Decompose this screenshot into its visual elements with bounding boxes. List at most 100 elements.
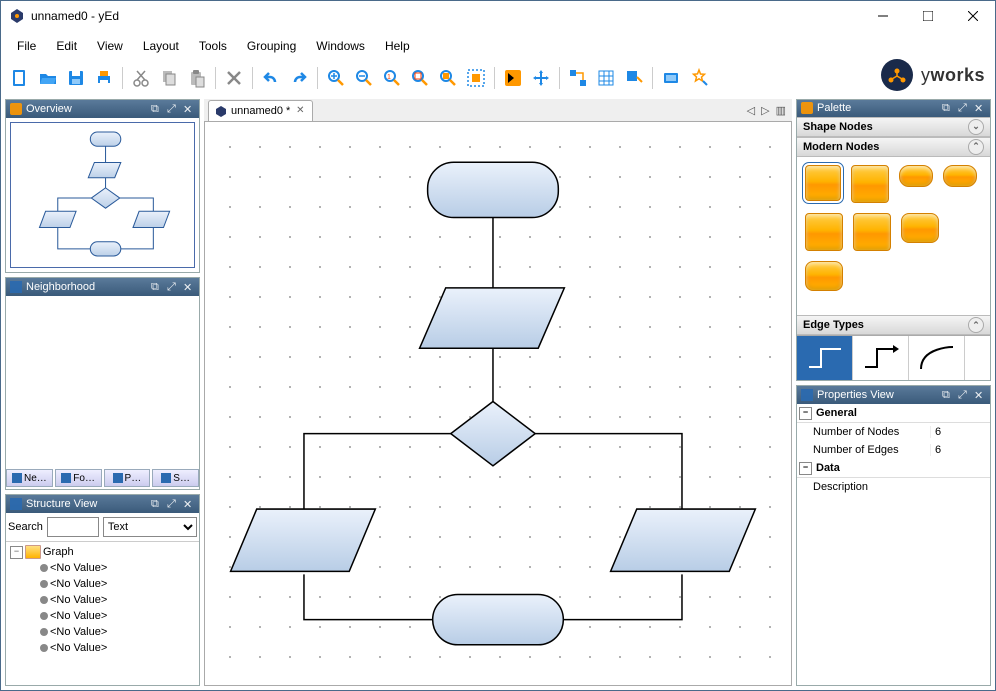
panel-close-icon[interactable]: ✕: [974, 389, 986, 401]
tree-node[interactable]: <No Value>: [10, 608, 195, 624]
panel-float-icon[interactable]: ⧉: [942, 102, 954, 114]
zoom-reset-button[interactable]: 1: [379, 65, 405, 91]
structure-tree[interactable]: − Graph <No Value> <No Value> <No Value>…: [6, 542, 199, 658]
panel-close-icon[interactable]: ✕: [974, 102, 986, 114]
panel-float-icon[interactable]: ⧉: [151, 498, 163, 510]
panel-pin-icon[interactable]: ⤢: [958, 389, 970, 401]
chevron-up-icon[interactable]: ⌃: [968, 317, 984, 333]
edge-type-orthogonal[interactable]: [797, 336, 853, 380]
cut-button[interactable]: [128, 65, 154, 91]
tree-node[interactable]: <No Value>: [10, 576, 195, 592]
parallelogram-node[interactable]: [420, 288, 565, 348]
edge-type-curve[interactable]: [909, 336, 965, 380]
tree-node[interactable]: <No Value>: [10, 640, 195, 656]
tab-prev-icon[interactable]: ◁: [747, 104, 755, 117]
palette-shape[interactable]: [901, 213, 939, 243]
panel-close-icon[interactable]: ✕: [183, 281, 195, 293]
menu-windows[interactable]: Windows: [306, 36, 375, 56]
palette-shape[interactable]: [805, 165, 841, 201]
menu-help[interactable]: Help: [375, 36, 420, 56]
redo-button[interactable]: [286, 65, 312, 91]
zoom-selection-button[interactable]: [435, 65, 461, 91]
props-section-general[interactable]: −General: [797, 404, 990, 423]
mini-tab-p[interactable]: P…: [104, 469, 151, 487]
panel-pin-icon[interactable]: ⤢: [167, 281, 179, 293]
panel-pin-icon[interactable]: ⤢: [958, 102, 970, 114]
undo-button[interactable]: [258, 65, 284, 91]
new-button[interactable]: [7, 65, 33, 91]
parallelogram-node[interactable]: [231, 509, 376, 571]
snap-button[interactable]: [621, 65, 647, 91]
tab-close-icon[interactable]: ✕: [294, 105, 306, 117]
minimize-button[interactable]: [860, 1, 905, 31]
panel-float-icon[interactable]: ⧉: [151, 281, 163, 293]
menu-file[interactable]: File: [7, 36, 46, 56]
menu-grouping[interactable]: Grouping: [237, 36, 306, 56]
props-row-description[interactable]: Description: [797, 478, 990, 496]
collapse-icon[interactable]: −: [799, 407, 812, 420]
neighborhood-canvas[interactable]: [6, 296, 199, 467]
delete-button[interactable]: [221, 65, 247, 91]
orthogonal-edges-button[interactable]: [565, 65, 591, 91]
menu-tools[interactable]: Tools: [189, 36, 237, 56]
menu-edit[interactable]: Edit: [46, 36, 87, 56]
zoom-fit-button[interactable]: [407, 65, 433, 91]
structure-filter-select[interactable]: Text: [103, 517, 197, 537]
mini-tab-s[interactable]: S…: [152, 469, 199, 487]
save-button[interactable]: [63, 65, 89, 91]
paste-button[interactable]: [184, 65, 210, 91]
terminator-node[interactable]: [428, 162, 559, 217]
tree-node[interactable]: <No Value>: [10, 624, 195, 640]
panel-close-icon[interactable]: ✕: [183, 498, 195, 510]
palette-shape[interactable]: [899, 165, 933, 187]
auto-layout-button[interactable]: [686, 65, 712, 91]
palette-shape[interactable]: [851, 165, 889, 203]
palette-shape[interactable]: [853, 213, 891, 251]
section-modern-nodes[interactable]: Modern Nodes⌃: [797, 137, 990, 157]
chevron-down-icon[interactable]: ⌄: [968, 119, 984, 135]
palette-shape[interactable]: [943, 165, 977, 187]
close-button[interactable]: [950, 1, 995, 31]
section-edge-types[interactable]: Edge Types⌃: [797, 315, 990, 335]
pan-mode-button[interactable]: [528, 65, 554, 91]
fit-content-button[interactable]: [463, 65, 489, 91]
edit-mode-button[interactable]: [500, 65, 526, 91]
canvas[interactable]: [204, 122, 792, 686]
edge-type-polyline[interactable]: [853, 336, 909, 380]
panel-pin-icon[interactable]: ⤢: [167, 498, 179, 510]
maximize-button[interactable]: [905, 1, 950, 31]
zoom-in-button[interactable]: [323, 65, 349, 91]
palette-shape[interactable]: [805, 213, 843, 251]
tab-next-icon[interactable]: ▷: [761, 104, 769, 117]
zoom-out-button[interactable]: [351, 65, 377, 91]
overview-canvas[interactable]: [10, 122, 195, 268]
expand-icon[interactable]: −: [10, 546, 23, 559]
panel-float-icon[interactable]: ⧉: [151, 103, 163, 115]
terminator-node[interactable]: [433, 595, 564, 645]
menu-view[interactable]: View: [87, 36, 133, 56]
tree-root[interactable]: − Graph: [10, 544, 195, 560]
tab-list-icon[interactable]: ▥: [776, 104, 786, 117]
section-shape-nodes[interactable]: Shape Nodes⌄: [797, 117, 990, 137]
copy-button[interactable]: [156, 65, 182, 91]
print-button[interactable]: [91, 65, 117, 91]
parallelogram-node[interactable]: [611, 509, 756, 571]
collapse-icon[interactable]: −: [799, 462, 812, 475]
open-button[interactable]: [35, 65, 61, 91]
canvas-tab[interactable]: unnamed0 * ✕: [208, 100, 313, 121]
tree-node[interactable]: <No Value>: [10, 592, 195, 608]
mini-tab-ne[interactable]: Ne…: [6, 469, 53, 487]
panel-float-icon[interactable]: ⧉: [942, 389, 954, 401]
navigator-button[interactable]: [658, 65, 684, 91]
decision-node[interactable]: [451, 401, 535, 465]
palette-shape[interactable]: [805, 261, 843, 291]
panel-pin-icon[interactable]: ⤢: [167, 103, 179, 115]
menu-layout[interactable]: Layout: [133, 36, 189, 56]
tree-node[interactable]: <No Value>: [10, 560, 195, 576]
mini-tab-fo[interactable]: Fo…: [55, 469, 102, 487]
structure-search-input[interactable]: [47, 517, 99, 537]
props-section-data[interactable]: −Data: [797, 459, 990, 478]
grid-button[interactable]: [593, 65, 619, 91]
chevron-up-icon[interactable]: ⌃: [968, 139, 984, 155]
panel-close-icon[interactable]: ✕: [183, 103, 195, 115]
